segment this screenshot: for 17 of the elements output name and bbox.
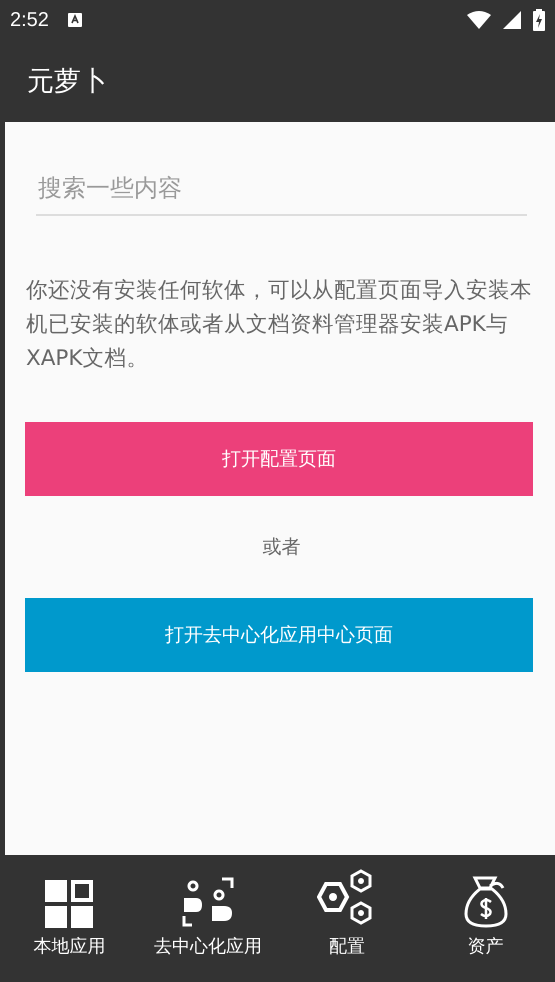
nav-tab[interactable]: 配置 xyxy=(278,855,416,982)
or-label: 或者 xyxy=(262,535,300,560)
nav-tab[interactable]: 资产 xyxy=(416,855,555,982)
nav-tab[interactable]: 去中心化应用 xyxy=(138,855,278,982)
search-field[interactable]: 搜索一些内容 xyxy=(36,168,527,216)
app-title: 元萝卜 xyxy=(27,65,108,99)
wifi-icon xyxy=(467,11,491,29)
clock: 2:52 xyxy=(10,8,49,32)
empty-message: 你还没有安装任何软体，可以从配置页面导入安装本机已安装的软体或者从文档资料管理器安装APK与XAPK文档。 xyxy=(26,277,533,373)
nav-tab[interactable]: 本地应用 xyxy=(0,855,139,982)
grid-icon xyxy=(45,880,94,928)
battery-icon xyxy=(533,9,545,31)
money-bag-icon xyxy=(462,876,509,928)
open-config-button[interactable]: 打开配置页面 xyxy=(25,422,533,496)
people-icon xyxy=(182,876,234,928)
signal-icon xyxy=(503,11,521,29)
keyboard-icon xyxy=(66,12,83,28)
